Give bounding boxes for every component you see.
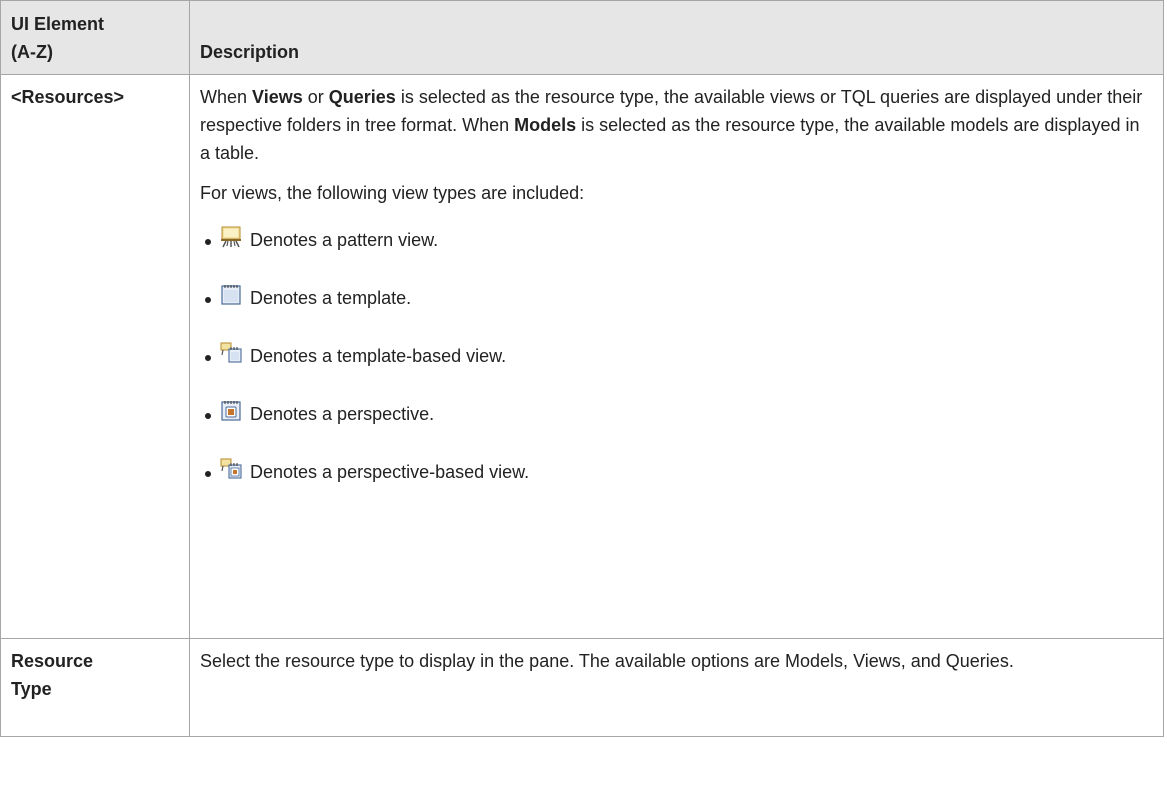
pattern-view-icon	[220, 226, 242, 248]
resources-paragraph-2: For views, the following view types are …	[200, 183, 585, 203]
ui-element-table: UI Element (A-Z) Description <Resources>…	[0, 0, 1164, 737]
header-ui-element: UI Element (A-Z)	[0, 0, 190, 75]
cell-element-resource-type: Resource Type	[0, 638, 190, 737]
bullet-dot	[205, 413, 211, 419]
cell-description-resources: When Views or Queries is selected as the…	[189, 74, 1164, 639]
view-types-list: Denotes a pattern view. Denotes a templa…	[200, 211, 1153, 501]
text-run: or	[302, 87, 329, 107]
bold-queries: Queries	[328, 87, 396, 107]
header-ui-element-line2: (A-Z)	[11, 42, 53, 62]
text-run: When	[200, 87, 253, 107]
header-ui-element-line1: UI Element	[11, 14, 105, 34]
template-icon	[220, 284, 242, 306]
element-name-resources: <Resources>	[11, 87, 125, 107]
bullet-dot	[205, 239, 211, 245]
bullet-dot	[205, 355, 211, 361]
template-based-view-text: Denotes a template-based view.	[250, 346, 507, 366]
list-item-perspective: Denotes a perspective.	[200, 385, 1153, 443]
resources-paragraph-1: When Views or Queries is selected as the…	[200, 83, 1153, 167]
bullet-dot	[205, 297, 211, 303]
list-item-perspective-based-view: Denotes a perspective-based view.	[200, 443, 1153, 501]
table-row-resource-type: Resource Type Select the resource type t…	[0, 638, 1164, 737]
header-description: Description	[189, 0, 1164, 75]
bold-models: Models	[514, 115, 577, 135]
bullet-dot	[205, 471, 211, 477]
cell-description-resource-type: Select the resource type to display in t…	[189, 638, 1164, 737]
bold-views: Views	[252, 87, 303, 107]
perspective-based-view-text: Denotes a perspective-based view.	[250, 462, 530, 482]
template-text: Denotes a template.	[250, 288, 412, 308]
list-item-template-based-view: Denotes a template-based view.	[200, 327, 1153, 385]
table-row-resources: <Resources> When Views or Queries is sel…	[0, 74, 1164, 639]
table-header-row: UI Element (A-Z) Description	[0, 0, 1164, 75]
table-header: UI Element (A-Z) Description	[0, 0, 1164, 75]
pattern-view-text: Denotes a pattern view.	[250, 230, 439, 250]
perspective-text: Denotes a perspective.	[250, 404, 435, 424]
element-name-resource-type-line2: Type	[11, 679, 52, 699]
cell-element-resources: <Resources>	[0, 74, 190, 639]
template-based-view-icon	[220, 342, 242, 364]
element-name-resource-type-line1: Resource	[11, 651, 94, 671]
perspective-based-view-icon	[220, 458, 242, 480]
list-item-pattern-view: Denotes a pattern view.	[200, 211, 1153, 269]
list-item-template: Denotes a template.	[200, 269, 1153, 327]
resource-type-description: Select the resource type to display in t…	[200, 651, 1014, 671]
perspective-icon	[220, 400, 242, 422]
